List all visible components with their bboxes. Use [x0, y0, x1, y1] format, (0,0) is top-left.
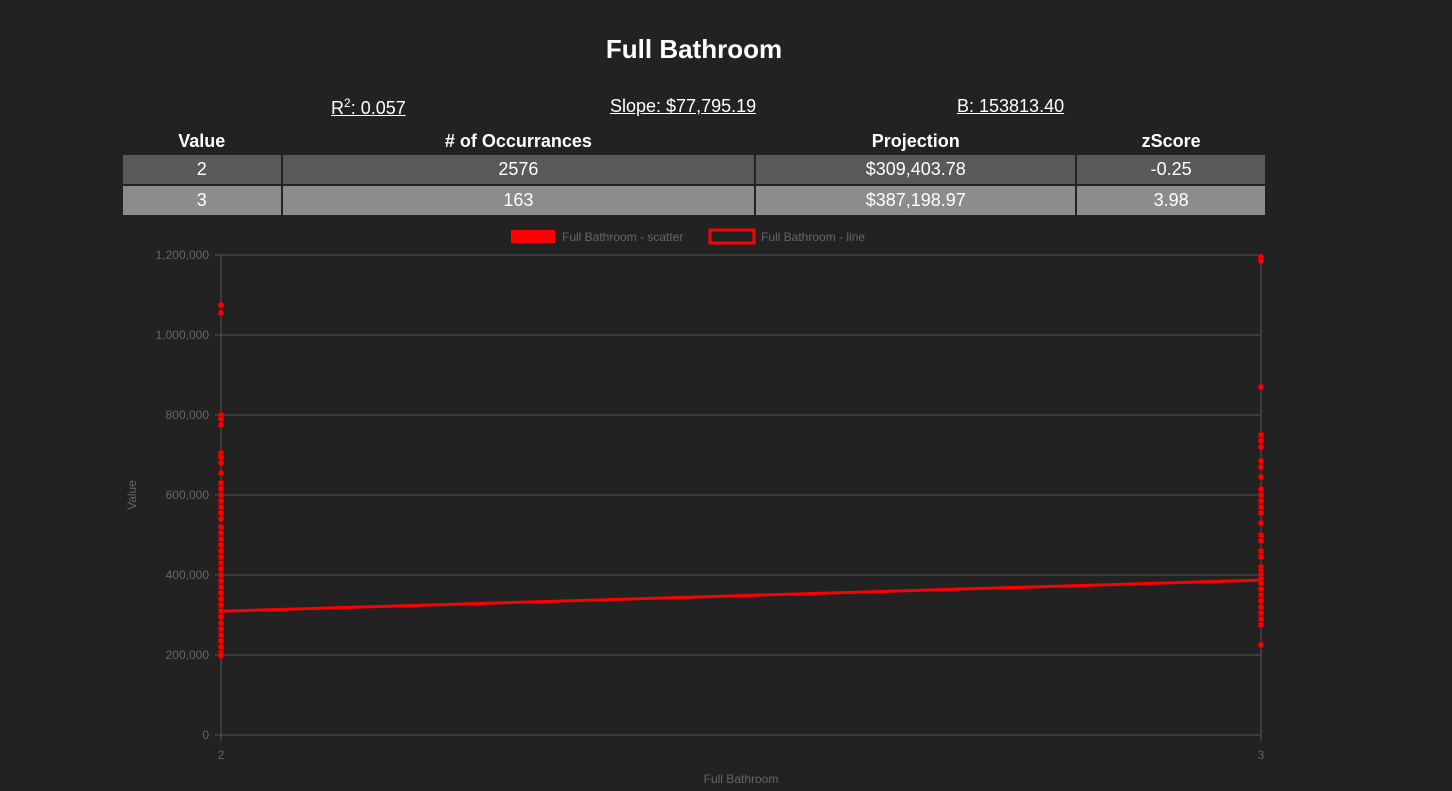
scatter-point: [217, 595, 225, 603]
scatter-point: [217, 577, 225, 585]
scatter-point: [1257, 621, 1265, 629]
scatter-point: [217, 607, 225, 615]
scatter-point: [1257, 553, 1265, 561]
scatter-point: [1257, 509, 1265, 517]
scatter-point: [1257, 597, 1265, 605]
scatter-point: [1257, 443, 1265, 451]
scatter-point: [217, 637, 225, 645]
scatter-point: [217, 469, 225, 477]
scatter-point: [1257, 609, 1265, 617]
scatter-chart: Full Bathroom - scatter Full Bathroom - …: [125, 228, 1265, 786]
scatter-point: [1257, 519, 1265, 527]
scatter-point: [217, 571, 225, 579]
y-tick-label: 600,000: [166, 488, 210, 502]
scatter-point: [217, 619, 225, 627]
scatter-point: [217, 583, 225, 591]
regression-line-layer: [220, 578, 1262, 613]
scatter-point: [1257, 257, 1265, 265]
scatter-point: [1257, 547, 1265, 555]
scatter-point: [1257, 603, 1265, 611]
x-axis-ticks: 23: [218, 748, 1265, 762]
legend-item-scatter[interactable]: Full Bathroom - scatter: [511, 230, 683, 244]
scatter-point: [217, 491, 225, 499]
scatter-point: [217, 503, 225, 511]
scatter-point: [217, 497, 225, 505]
scatter-point: [1257, 491, 1265, 499]
scatter-point: [1257, 537, 1265, 545]
scatter-point: [217, 643, 225, 651]
scatter-point: [217, 547, 225, 555]
chart-legend: Full Bathroom - scatter Full Bathroom - …: [511, 228, 865, 245]
legend-label-scatter: Full Bathroom - scatter: [562, 230, 683, 244]
legend-item-line[interactable]: Full Bathroom - line: [708, 228, 865, 245]
scatter-point: [217, 515, 225, 523]
scatter-point: [217, 301, 225, 309]
regression-line: [220, 578, 1262, 613]
scatter-point: [1257, 437, 1265, 445]
y-tick-label: 1,000,000: [156, 328, 210, 342]
scatter-point: [1257, 457, 1265, 465]
scatter-point: [217, 421, 225, 429]
scatter-points: [217, 253, 1265, 660]
scatter-point: [217, 565, 225, 573]
scatter-point: [217, 601, 225, 609]
legend-label-line: Full Bathroom - line: [761, 230, 865, 244]
x-tick-label: 3: [1258, 748, 1265, 762]
scatter-point: [217, 631, 225, 639]
legend-swatch-scatter: [511, 230, 555, 243]
y-tick-label: 400,000: [166, 568, 210, 582]
y-axis-title: Value: [125, 480, 139, 510]
scatter-point: [217, 529, 225, 537]
scatter-point: [217, 559, 225, 567]
chart-grid: [215, 254, 1262, 741]
x-axis-title: Full Bathroom: [704, 772, 779, 786]
scatter-point: [217, 589, 225, 597]
scatter-point: [1257, 503, 1265, 511]
scatter-point: [217, 625, 225, 633]
y-tick-label: 1,200,000: [156, 248, 210, 262]
scatter-point: [1257, 485, 1265, 493]
y-tick-label: 0: [202, 728, 209, 742]
scatter-point: [1257, 383, 1265, 391]
scatter-point: [217, 453, 225, 461]
scatter-point: [1257, 615, 1265, 623]
scatter-point: [217, 652, 225, 660]
y-tick-label: 800,000: [166, 408, 210, 422]
scatter-point: [1257, 497, 1265, 505]
legend-swatch-line: [708, 228, 756, 245]
scatter-point: [217, 613, 225, 621]
scatter-point: [217, 415, 225, 423]
scatter-point: [1257, 431, 1265, 439]
scatter-point: [1257, 579, 1265, 587]
scatter-point: [217, 553, 225, 561]
scatter-point: [217, 509, 225, 517]
scatter-point: [217, 485, 225, 493]
scatter-point: [217, 479, 225, 487]
y-tick-label: 200,000: [166, 648, 210, 662]
scatter-point: [217, 541, 225, 549]
scatter-point: [217, 309, 225, 317]
y-axis-ticks: 0 200,000 400,000 600,000 800,000 1,000,000 1,…: [156, 248, 210, 742]
x-tick-label: 2: [218, 748, 225, 762]
scatter-point: [217, 535, 225, 543]
scatter-point: [217, 459, 225, 467]
scatter-point: [1257, 531, 1265, 539]
scatter-point: [1257, 473, 1265, 481]
scatter-point: [217, 523, 225, 531]
scatter-point: [1257, 585, 1265, 593]
scatter-point: [1257, 463, 1265, 471]
scatter-point: [1257, 641, 1265, 649]
scatter-point: [1257, 591, 1265, 599]
